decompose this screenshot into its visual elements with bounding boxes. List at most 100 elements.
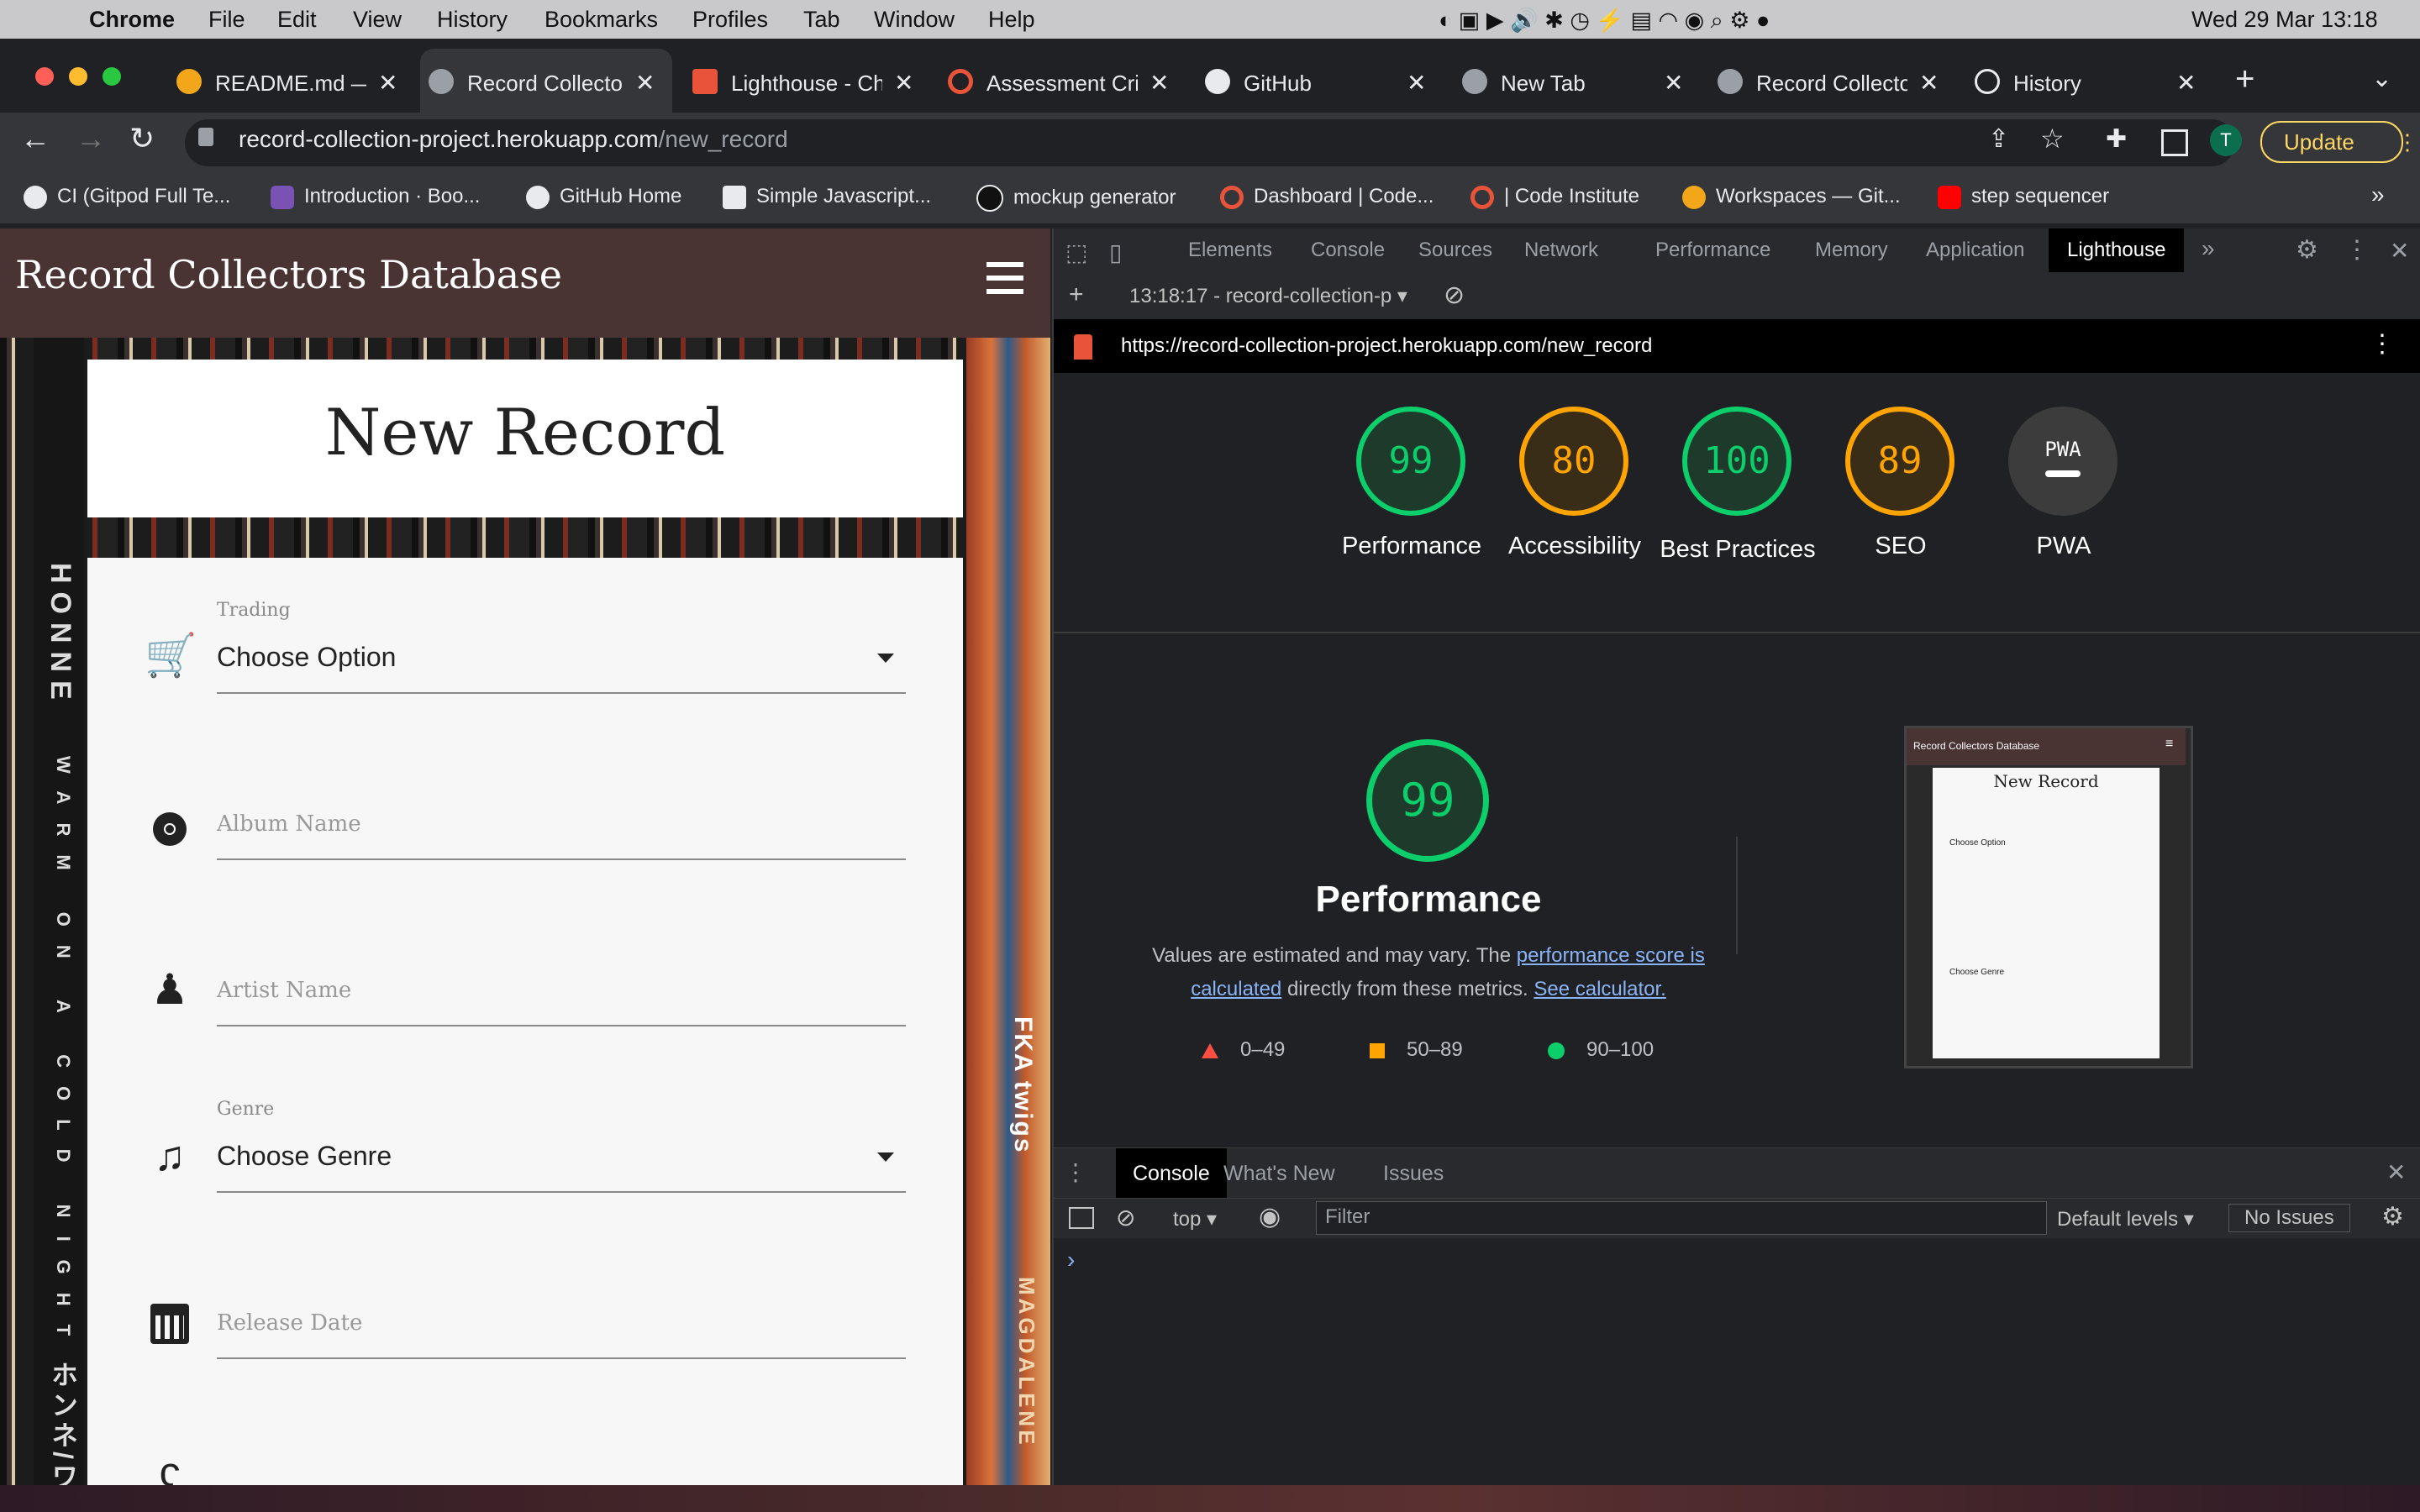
- lock-icon[interactable]: [198, 128, 213, 146]
- tab-application[interactable]: Application: [1926, 239, 2024, 262]
- tab-record-collector-active[interactable]: Record Collecto ✕: [420, 49, 672, 119]
- close-tab-icon[interactable]: ✕: [1407, 69, 1426, 97]
- report-url[interactable]: https://record-collection-project.heroku…: [1121, 334, 1652, 358]
- tab-performance[interactable]: Performance: [1655, 239, 1770, 262]
- close-devtools-icon[interactable]: ✕: [2390, 237, 2409, 265]
- console-prompt-icon[interactable]: ›: [1067, 1247, 1075, 1273]
- gauge-best-practices[interactable]: 100: [1682, 407, 1791, 516]
- menu-view[interactable]: View: [353, 7, 402, 33]
- close-tab-icon[interactable]: ✕: [894, 69, 913, 97]
- tab-new-tab[interactable]: New Tab ✕: [1454, 49, 1689, 119]
- devtools-menu-icon[interactable]: ⋮: [2344, 235, 2370, 265]
- gauge-accessibility[interactable]: 80: [1519, 407, 1628, 516]
- drawer-tab-console[interactable]: Console: [1116, 1148, 1227, 1199]
- inspect-element-icon[interactable]: ⬚: [1065, 239, 1087, 266]
- bookmark-star-icon[interactable]: ☆: [2040, 123, 2065, 155]
- menu-window[interactable]: Window: [874, 7, 955, 33]
- bookmark-dashboard[interactable]: Dashboard | Code...: [1220, 185, 1434, 209]
- tab-assessment[interactable]: Assessment Cri ✕: [939, 49, 1175, 119]
- settings-gear-icon[interactable]: ⚙: [2296, 235, 2318, 265]
- see-calculator-link[interactable]: See calculator.: [1534, 978, 1665, 1000]
- console-settings-gear-icon[interactable]: ⚙: [2381, 1202, 2404, 1231]
- zoom-window-button[interactable]: [103, 67, 121, 86]
- tab-console[interactable]: Console: [1311, 239, 1385, 262]
- device-toolbar-icon[interactable]: ▯: [1109, 239, 1122, 266]
- tab-elements[interactable]: Elements: [1188, 239, 1272, 262]
- extensions-puzzle-icon[interactable]: ✚: [2106, 124, 2127, 154]
- tab-history[interactable]: History ✕: [1966, 49, 2202, 119]
- close-tab-icon[interactable]: ✕: [2176, 69, 2196, 97]
- bookmark-ci-gitpod[interactable]: CI (Gitpod Full Te...: [24, 185, 230, 209]
- menu-bookmarks[interactable]: Bookmarks: [544, 7, 658, 33]
- minimize-window-button[interactable]: [69, 67, 87, 86]
- console-filter-input[interactable]: Filter: [1316, 1201, 2047, 1235]
- menu-app-name[interactable]: Chrome: [89, 7, 175, 33]
- artist-name-input[interactable]: Artist Name: [217, 978, 351, 1003]
- gauge-seo[interactable]: 89: [1845, 407, 1954, 516]
- console-output[interactable]: ›: [1054, 1238, 2420, 1485]
- tab-search-chevron-icon[interactable]: ⌄: [2371, 64, 2392, 93]
- new-tab-button[interactable]: +: [2235, 60, 2254, 98]
- tab-github[interactable]: GitHub ✕: [1197, 49, 1440, 119]
- bookmark-code-institute[interactable]: | Code Institute: [1470, 185, 1639, 209]
- report-menu-icon[interactable]: ⋮: [2370, 329, 2395, 359]
- gauge-pwa[interactable]: PWA: [2008, 407, 2118, 516]
- release-date-input[interactable]: Release Date: [217, 1310, 362, 1336]
- close-tab-icon[interactable]: ✕: [635, 69, 655, 97]
- new-report-plus-icon[interactable]: +: [1069, 281, 1084, 309]
- default-levels-select[interactable]: Default levels ▾: [2057, 1207, 2194, 1231]
- menu-help[interactable]: Help: [988, 7, 1035, 33]
- trading-select[interactable]: Choose Option: [217, 642, 396, 673]
- close-drawer-icon[interactable]: ✕: [2386, 1158, 2406, 1186]
- genre-select[interactable]: Choose Genre: [217, 1141, 392, 1172]
- dropdown-caret-icon[interactable]: [877, 1152, 894, 1162]
- menu-file[interactable]: File: [208, 7, 245, 33]
- close-tab-icon[interactable]: ✕: [1919, 69, 1939, 97]
- gauge-performance[interactable]: 99: [1356, 407, 1465, 516]
- kebab-menu-icon[interactable]: ⋮: [2375, 123, 2418, 161]
- more-tabs-icon[interactable]: »: [2202, 235, 2215, 262]
- forward-arrow-icon[interactable]: →: [76, 121, 106, 156]
- tab-sources[interactable]: Sources: [1418, 239, 1492, 262]
- menu-profiles[interactable]: Profiles: [692, 7, 768, 33]
- tab-memory[interactable]: Memory: [1815, 239, 1888, 262]
- no-issues-button[interactable]: No Issues: [2228, 1204, 2350, 1232]
- bookmark-simple-javascript[interactable]: Simple Javascript...: [723, 185, 931, 209]
- bookmark-mockup-generator[interactable]: mockup generator: [976, 185, 1176, 212]
- bookmark-introduction[interactable]: Introduction · Boo...: [271, 185, 480, 209]
- sidebar-toggle-icon[interactable]: [1069, 1207, 1094, 1229]
- profile-avatar[interactable]: T: [2210, 124, 2242, 156]
- tab-record-collector-2[interactable]: Record Collecto ✕: [1709, 49, 1944, 119]
- url-text[interactable]: record-collection-project.herokuapp.com/…: [239, 126, 788, 153]
- menu-clock[interactable]: Wed 29 Mar 13:18: [2191, 7, 2378, 33]
- clear-console-icon[interactable]: ⊘: [1116, 1204, 1135, 1231]
- close-tab-icon[interactable]: ✕: [378, 69, 397, 97]
- clear-reports-icon[interactable]: ⊘: [1444, 281, 1465, 310]
- album-name-input[interactable]: Album Name: [217, 811, 361, 837]
- tab-readme[interactable]: README.md — ✕: [168, 49, 403, 119]
- status-icons[interactable]: ◐ ▣ ▶ 🔊 ✱ ◷ ⚡ ▤ ◠ ◉ ⌕ ⚙ ●: [1439, 7, 1770, 34]
- reload-icon[interactable]: ↻: [129, 121, 155, 156]
- tab-lighthouse[interactable]: Lighthouse - Ch ✕: [684, 49, 919, 119]
- menu-edit[interactable]: Edit: [277, 7, 317, 33]
- close-tab-icon[interactable]: ✕: [1664, 69, 1683, 97]
- menu-history[interactable]: History: [437, 7, 508, 33]
- share-icon[interactable]: ⇪: [1988, 124, 2009, 154]
- close-window-button[interactable]: [35, 67, 54, 86]
- bookmark-step-sequencer[interactable]: step sequencer: [1938, 185, 2109, 209]
- tab-network[interactable]: Network: [1524, 239, 1598, 262]
- side-panel-icon[interactable]: [2161, 129, 2188, 156]
- drawer-tab-whats-new[interactable]: What's New: [1223, 1162, 1335, 1186]
- live-expression-eye-icon[interactable]: ◉: [1259, 1202, 1281, 1231]
- site-brand-logo[interactable]: Record Collectors Database: [15, 252, 562, 297]
- drawer-menu-icon[interactable]: ⋮: [1064, 1158, 1087, 1186]
- close-tab-icon[interactable]: ✕: [1150, 69, 1169, 97]
- bookmark-github-home[interactable]: GitHub Home: [526, 185, 681, 209]
- dropdown-caret-icon[interactable]: [877, 654, 894, 663]
- update-button[interactable]: Update ⋮: [2260, 121, 2418, 163]
- bookmark-workspaces[interactable]: Workspaces — Git...: [1682, 185, 1901, 209]
- back-arrow-icon[interactable]: ←: [20, 121, 50, 156]
- tab-lighthouse[interactable]: Lighthouse: [2049, 228, 2185, 272]
- report-select[interactable]: 13:18:17 - record-collection-p ▾: [1129, 284, 1407, 308]
- hamburger-menu-icon[interactable]: [981, 257, 1028, 304]
